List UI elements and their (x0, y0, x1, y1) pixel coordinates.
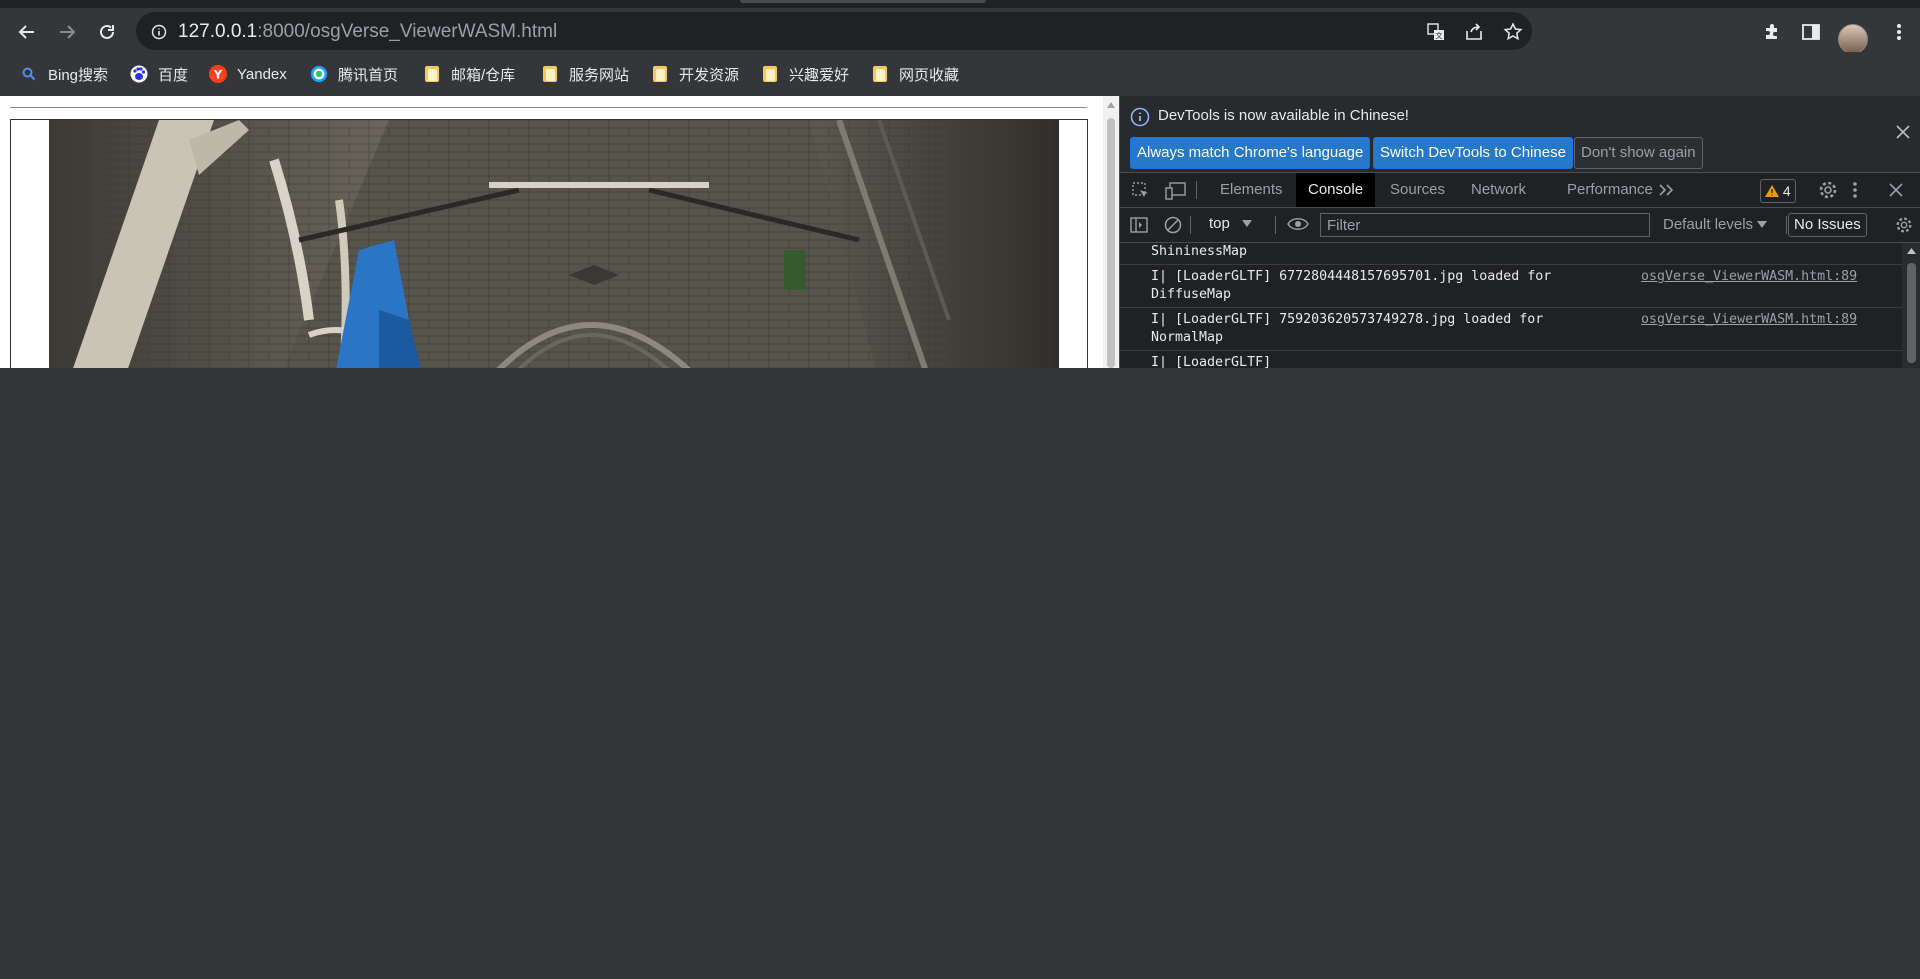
scroll-up-icon[interactable] (1107, 102, 1115, 108)
language-infobar: DevTools is now available in Chinese! Al… (1120, 96, 1920, 173)
bookmark-bing[interactable]: Bing搜索 (20, 62, 108, 86)
dont-show-again-button[interactable]: Don't show again (1574, 137, 1703, 169)
puzzle-icon[interactable] (1756, 16, 1788, 48)
folder-icon (423, 65, 441, 83)
bookmark-tencent[interactable]: 腾讯首页 (310, 62, 398, 86)
eye-icon[interactable] (1287, 217, 1309, 231)
issues-button[interactable]: No Issues (1788, 213, 1867, 237)
baidu-icon (130, 65, 148, 83)
translate-icon[interactable]: 文 (1425, 21, 1447, 43)
scene-render-image (49, 120, 1059, 368)
more-tabs-icon[interactable] (1658, 183, 1676, 197)
scrollbar-thumb[interactable] (1907, 263, 1916, 363)
bookmark-folder-mail[interactable]: 邮箱/仓库 (423, 62, 515, 86)
console-filter-input[interactable] (1320, 213, 1650, 237)
clear-console-icon[interactable] (1164, 216, 1182, 234)
bookmark-baidu[interactable]: 百度 (130, 62, 188, 86)
inspect-element-icon[interactable] (1131, 181, 1151, 201)
divider (1190, 216, 1191, 234)
console-toolbar: top Default levels No Issues (1120, 208, 1920, 243)
tab-sources[interactable]: Sources (1378, 173, 1457, 207)
menu-kebab-icon[interactable] (1883, 16, 1915, 48)
sidebar-toggle-icon[interactable] (1130, 217, 1148, 233)
warning-icon (1765, 185, 1779, 197)
horizontal-rule (10, 107, 1087, 108)
chevron-down-icon (1757, 221, 1768, 228)
svg-text:Y: Y (213, 68, 223, 82)
console-log: ShininessMap I| [LoaderGLTF] 67728044481… (1120, 243, 1902, 368)
devtools-menu-icon[interactable] (1852, 181, 1858, 199)
page-scrollbar[interactable] (1103, 96, 1119, 368)
tencent-icon (310, 65, 328, 83)
source-link[interactable]: osgVerse_ViewerWASM.html:89 (1641, 268, 1857, 286)
scroll-up-icon[interactable] (1907, 248, 1916, 254)
console-message: I| [LoaderGLTF] (1151, 355, 1272, 368)
bookmark-folder-favorites[interactable]: 网页收藏 (871, 62, 959, 86)
folder-icon (651, 65, 669, 83)
bookmark-folder-dev[interactable]: 开发资源 (651, 62, 739, 86)
back-button[interactable] (9, 14, 45, 50)
canvas-frame (10, 119, 1088, 368)
infobar-message: DevTools is now available in Chinese! (1158, 107, 1409, 124)
bookmarks-bar: Bing搜索 百度 Y Yandex 腾讯首页 邮箱/仓库 服务网站 开发资源 … (0, 52, 1920, 96)
console-message: ShininessMap (1120, 240, 1902, 265)
reload-icon (100, 24, 114, 39)
web-page (0, 96, 1103, 368)
source-link[interactable]: osgVerse_ViewerWASM.html:89 (1641, 311, 1857, 329)
folder-icon (871, 65, 889, 83)
info-icon (1130, 107, 1150, 127)
info-icon[interactable] (148, 21, 170, 43)
console-scrollbar[interactable] (1902, 243, 1920, 368)
bookmark-yandex[interactable]: Y Yandex (209, 62, 287, 86)
divider (1196, 181, 1197, 199)
warnings-badge[interactable]: 4 (1760, 179, 1796, 203)
devtools-tabbar: Elements Console Sources Network Perform… (1120, 173, 1920, 208)
close-devtools-icon[interactable] (1889, 183, 1903, 197)
console-message: I| [LoaderGLTF] 6772804448157695701.jpg … (1120, 265, 1902, 308)
avatar[interactable] (1838, 24, 1868, 54)
divider (1275, 216, 1276, 234)
url-text[interactable]: 127.0.0.1:8000/osgVerse_ViewerWASM.html (178, 21, 557, 43)
active-tab[interactable] (740, 0, 986, 3)
folder-icon (761, 65, 779, 83)
forward-button[interactable] (49, 14, 85, 50)
side-panel-icon[interactable] (1795, 16, 1827, 48)
always-match-language-button[interactable]: Always match Chrome's language (1130, 137, 1371, 169)
log-levels-dropdown[interactable]: Default levels (1663, 216, 1768, 233)
webgl-canvas[interactable] (49, 120, 1059, 368)
bookmark-folder-services[interactable]: 服务网站 (541, 62, 629, 86)
console-message: I| [LoaderGLTF] 759203620573749278.jpg l… (1120, 308, 1902, 351)
yandex-icon: Y (209, 65, 227, 83)
search-icon (20, 65, 38, 83)
svg-text:文: 文 (1436, 31, 1443, 40)
address-bar[interactable]: 127.0.0.1:8000/osgVerse_ViewerWASM.html … (136, 12, 1532, 50)
switch-to-chinese-button[interactable]: Switch DevTools to Chinese (1373, 137, 1573, 169)
device-toolbar-icon[interactable] (1165, 181, 1187, 201)
close-icon[interactable] (1896, 125, 1910, 139)
browser-toolbar: 127.0.0.1:8000/osgVerse_ViewerWASM.html … (0, 8, 1920, 54)
tab-console[interactable]: Console (1296, 173, 1376, 207)
chevron-down-icon (1242, 220, 1253, 227)
tab-strip (0, 0, 1920, 8)
scrollbar-thumb[interactable] (1107, 118, 1115, 368)
forward-arrow-icon (60, 25, 76, 39)
star-icon[interactable] (1502, 21, 1524, 43)
share-icon[interactable] (1463, 21, 1485, 43)
gear-icon[interactable] (1818, 180, 1838, 200)
devtools-panel: DevTools is now available in Chinese! Al… (1119, 96, 1920, 368)
tab-performance[interactable]: Performance (1555, 173, 1665, 207)
divider (1786, 216, 1787, 234)
tab-network[interactable]: Network (1459, 173, 1538, 207)
folder-icon (541, 65, 559, 83)
back-arrow-icon (18, 25, 34, 39)
bookmark-folder-hobby[interactable]: 兴趣爱好 (761, 62, 849, 86)
tab-elements[interactable]: Elements (1208, 173, 1295, 207)
reload-button[interactable] (89, 14, 125, 50)
context-selector[interactable]: top (1209, 215, 1253, 232)
console-settings-gear-icon[interactable] (1895, 216, 1913, 234)
